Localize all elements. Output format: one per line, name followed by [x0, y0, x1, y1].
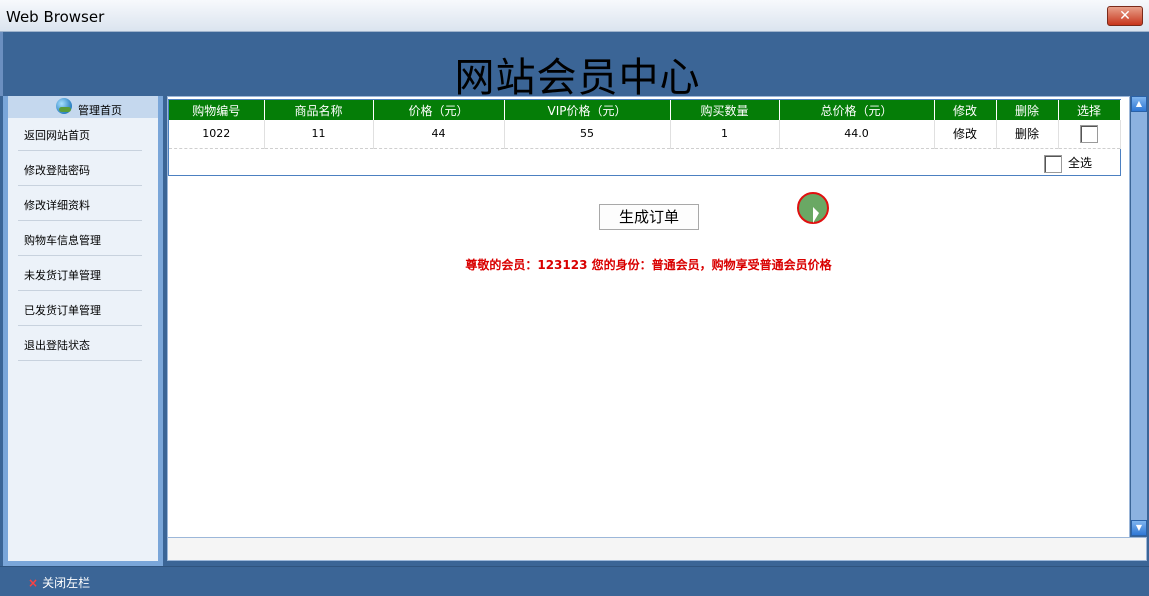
cell-id: 1022 [169, 120, 265, 149]
column-header: 总价格（元） [779, 100, 935, 120]
column-header: 价格（元） [373, 100, 505, 120]
cart-table-container: 购物编号 商品名称 价格（元） VIP价格（元） 购买数量 总价格（元） 修改 … [168, 99, 1121, 176]
sidebar-item-logout[interactable]: 退出登陆状态 [18, 331, 142, 361]
bottom-bar: × 关闭左栏 [0, 566, 1149, 596]
window-titlebar: Web Browser ✕ [0, 0, 1149, 32]
cell-price: 44 [373, 120, 505, 149]
select-all-checkbox[interactable] [1043, 154, 1062, 173]
close-left-panel-button[interactable]: × 关闭左栏 [28, 574, 90, 591]
column-header: 删除 [996, 100, 1059, 120]
cell-vip-price: 55 [504, 120, 671, 149]
cell-select [1058, 120, 1121, 149]
sidebar-item-label: 返回网站首页 [24, 129, 90, 142]
window-close-button[interactable]: ✕ [1107, 6, 1143, 26]
delete-link[interactable]: 删除 [996, 120, 1059, 149]
main-footer [167, 537, 1147, 561]
sidebar-item-edit-profile[interactable]: 修改详细资料 [18, 191, 142, 221]
row-select-checkbox[interactable] [1080, 124, 1098, 143]
cell-total: 44.0 [779, 120, 935, 149]
column-header: 选择 [1058, 100, 1121, 120]
header-banner: 网站会员中心 [0, 32, 1149, 101]
close-icon: × [28, 576, 39, 590]
column-header: 修改 [934, 100, 997, 120]
vertical-scrollbar[interactable]: ▲ ▼ [1131, 96, 1147, 536]
sidebar-item-label: 退出登陆状态 [24, 339, 90, 352]
sidebar-item-label: 已发货订单管理 [24, 304, 101, 317]
column-header: VIP价格（元） [504, 100, 671, 120]
globe-icon [56, 98, 72, 114]
column-header: 商品名称 [264, 100, 374, 120]
scroll-up-icon[interactable]: ▲ [1131, 96, 1147, 112]
generate-order-button[interactable]: 生成订单 [599, 204, 699, 230]
column-header: 购物编号 [169, 100, 265, 120]
sidebar-item-label: 修改登陆密码 [24, 164, 90, 177]
sidebar-item-unshipped-orders[interactable]: 未发货订单管理 [18, 261, 142, 291]
close-left-label: 关闭左栏 [42, 576, 91, 590]
select-all[interactable]: 全选 [1043, 154, 1092, 173]
table-row: 1022 11 44 55 1 44.0 修改 删除 [169, 120, 1121, 149]
sidebar-item-label: 未发货订单管理 [24, 269, 101, 282]
sidebar-item-label: 修改详细资料 [24, 199, 90, 212]
scroll-down-icon[interactable]: ▼ [1131, 520, 1147, 536]
cart-table: 购物编号 商品名称 价格（元） VIP价格（元） 购买数量 总价格（元） 修改 … [169, 100, 1121, 149]
content-frame: 管理首页 返回网站首页 修改登陆密码 修改详细资料 购物车信息管理 未发货订单管… [0, 96, 1149, 566]
window-title: Web Browser [6, 8, 105, 26]
sidebar-menu: 返回网站首页 修改登陆密码 修改详细资料 购物车信息管理 未发货订单管理 已发货… [8, 118, 158, 561]
member-status-note: 尊敬的会员：123123 您的身份：普通会员，购物享受普通会员价格 [465, 258, 832, 272]
select-all-label: 全选 [1067, 156, 1092, 170]
sidebar-item-shipped-orders[interactable]: 已发货订单管理 [18, 296, 142, 326]
sidebar-heading[interactable]: 管理首页 [8, 96, 158, 118]
sidebar-heading-label: 管理首页 [78, 104, 122, 117]
cursor-pointer-icon [813, 207, 819, 223]
cell-quantity: 1 [670, 120, 780, 149]
sidebar-item-change-password[interactable]: 修改登陆密码 [18, 156, 142, 186]
sidebar-item-label: 购物车信息管理 [24, 234, 101, 247]
sidebar-item-cart[interactable]: 购物车信息管理 [18, 226, 142, 256]
cell-name: 11 [264, 120, 374, 149]
column-header: 购买数量 [670, 100, 780, 120]
table-header-row: 购物编号 商品名称 价格（元） VIP价格（元） 购买数量 总价格（元） 修改 … [169, 100, 1121, 120]
sidebar: 管理首页 返回网站首页 修改登陆密码 修改详细资料 购物车信息管理 未发货订单管… [3, 96, 163, 566]
edit-link[interactable]: 修改 [934, 120, 997, 149]
sidebar-item-home[interactable]: 返回网站首页 [18, 121, 142, 151]
close-icon: ✕ [1119, 8, 1131, 24]
